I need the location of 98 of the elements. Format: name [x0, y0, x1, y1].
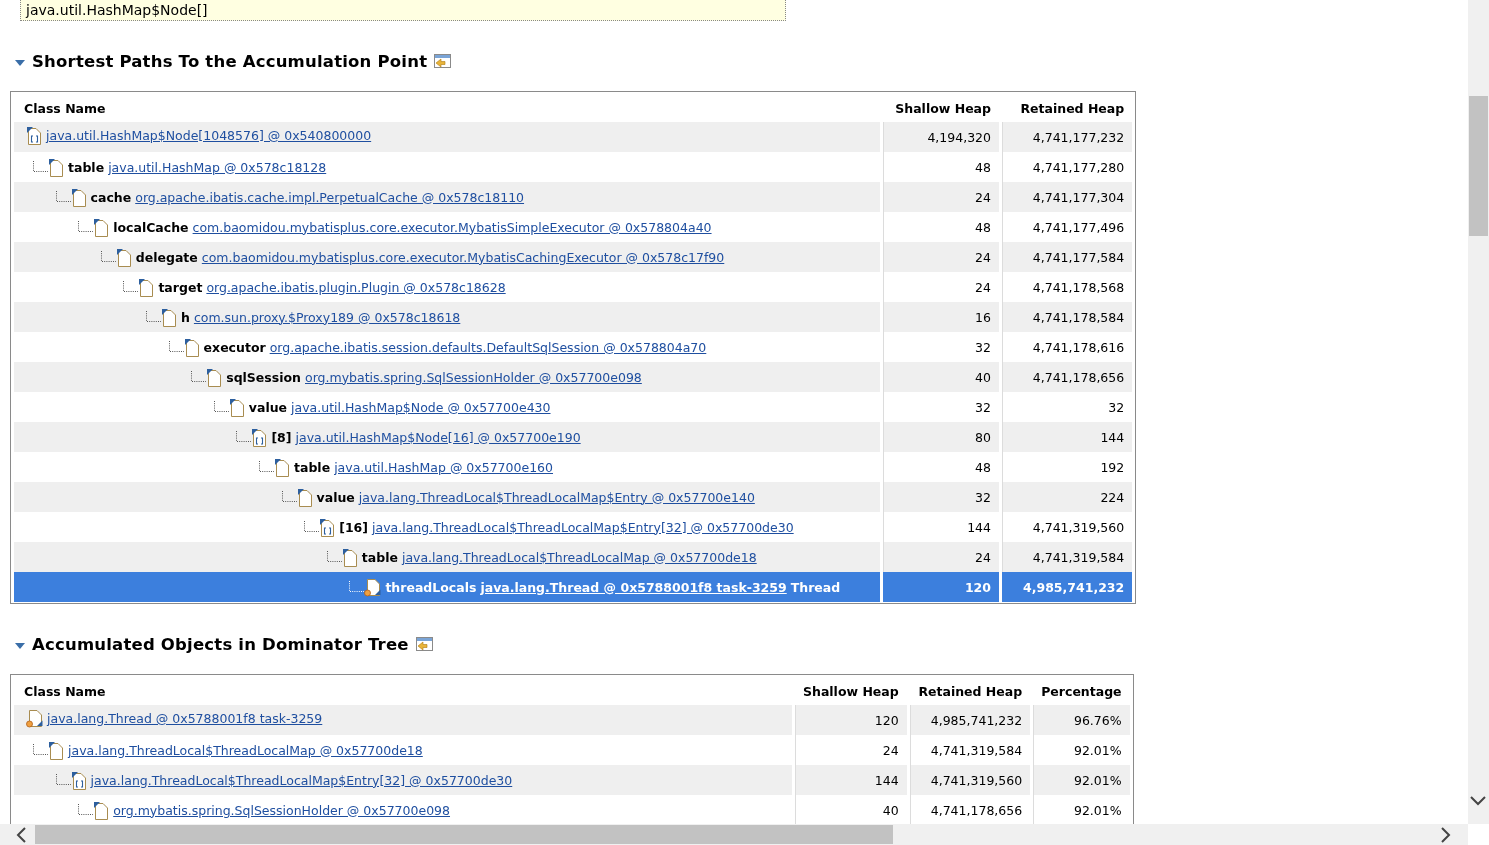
scroll-right-icon[interactable] — [1441, 827, 1451, 843]
table-cell: 24 — [883, 542, 999, 572]
table-cell: 4,741,319,560 — [909, 765, 1031, 795]
column-header[interactable]: Percentage — [1033, 675, 1130, 705]
tree-connector — [77, 804, 94, 816]
collapse-icon[interactable] — [14, 58, 26, 67]
table-cell: 4,741,178,584 — [1002, 302, 1133, 332]
table-cell: 144 — [1002, 422, 1133, 452]
open-in-window-icon[interactable] — [414, 636, 434, 652]
table-cell: 40 — [883, 362, 999, 392]
type-label: Thread — [790, 579, 841, 595]
column-header[interactable]: Shallow Heap — [795, 675, 907, 705]
tree-connector — [190, 371, 207, 383]
table-cell: 4,985,741,232 — [909, 705, 1031, 735]
table-cell: 4,741,178,656 — [1002, 362, 1133, 392]
table-cell: 32 — [883, 482, 999, 512]
horizontal-scrollbar[interactable] — [0, 824, 1468, 845]
field-name: target — [158, 279, 203, 295]
table-cell: 120 — [883, 572, 999, 602]
section-title: Accumulated Objects in Dominator Tree — [32, 634, 409, 654]
column-header[interactable]: Class Name — [14, 675, 792, 705]
object-link[interactable]: java.lang.ThreadLocal$ThreadLocalMap$Entry @ 0x57700e140 — [358, 489, 755, 505]
tree-connector — [32, 161, 48, 173]
tree-connector — [212, 401, 229, 413]
object-link[interactable]: com.sun.proxy.$Proxy189 @ 0x578c18618 — [193, 309, 461, 325]
open-in-window-icon[interactable] — [433, 53, 453, 69]
table-cell: 4,741,177,304 — [1002, 182, 1133, 212]
object-link[interactable]: com.baomidou.mybatisplus.core.executor.MybatisCachingExecutor @ 0x578c17f90 — [201, 249, 725, 265]
table-cell: 144 — [795, 765, 907, 795]
field-name: table — [68, 159, 105, 175]
table-cell: 4,985,741,232 — [1002, 572, 1133, 602]
field-name: [8] — [271, 429, 292, 445]
table-cell: 4,741,177,584 — [1002, 242, 1133, 272]
table-cell: 4,194,320 — [883, 122, 999, 152]
table-cell: 96.76% — [1033, 705, 1130, 735]
field-name: delegate — [135, 249, 198, 265]
table-cell: 4,741,319,584 — [1002, 542, 1133, 572]
object-link[interactable]: java.util.HashMap$Node[16] @ 0x57700e190 — [295, 429, 581, 445]
tree-connector — [325, 551, 342, 563]
field-name: table — [294, 459, 331, 475]
tree-connector — [348, 581, 365, 593]
field-name: value — [248, 399, 288, 415]
field-name: value — [316, 489, 355, 505]
field-name: table — [361, 549, 398, 565]
object-link[interactable]: java.lang.Thread @ 0x5788001f8 task-3259 — [47, 711, 323, 726]
tree-connector — [145, 311, 161, 323]
table-cell: 24 — [883, 242, 999, 272]
collapse-icon[interactable] — [14, 641, 26, 650]
tree-connector — [303, 521, 320, 533]
tree-connector — [54, 191, 71, 203]
tree-connector — [54, 774, 71, 786]
column-header[interactable]: Class Name — [14, 92, 880, 122]
table-cell: 120 — [795, 705, 907, 735]
field-name: executor — [203, 339, 266, 355]
column-header[interactable]: Retained Heap — [1002, 92, 1133, 122]
tree-connector — [167, 341, 184, 353]
object-link[interactable]: com.baomidou.mybatisplus.core.executor.MybatisSimpleExecutor @ 0x578804a40 — [192, 219, 712, 235]
section-title: Shortest Paths To the Accumulation Point — [32, 51, 428, 71]
object-link[interactable]: java.util.HashMap$Node[1048576] @ 0x540800000 — [46, 128, 372, 143]
object-link[interactable]: java.util.HashMap$Node @ 0x57700e430 — [291, 399, 551, 415]
tree-connector — [32, 744, 48, 756]
scrollbar-thumb[interactable] — [1469, 96, 1488, 236]
field-name: cache — [90, 189, 132, 205]
object-link[interactable]: org.apache.ibatis.plugin.Plugin @ 0x578c18628 — [206, 279, 506, 295]
object-link[interactable]: java.util.HashMap @ 0x578c18128 — [108, 159, 327, 175]
scrollbar-thumb[interactable] — [35, 825, 893, 844]
scroll-left-icon[interactable] — [16, 827, 26, 843]
field-name: localCache — [113, 219, 189, 235]
field-name: h — [181, 309, 190, 325]
object-link[interactable]: org.apache.ibatis.session.defaults.DefaultSqlSession @ 0x578804a70 — [269, 339, 707, 355]
table-cell: 24 — [883, 182, 999, 212]
object-link[interactable]: org.mybatis.spring.SqlSessionHolder @ 0x57700e098 — [305, 369, 642, 385]
tree-connector — [280, 491, 297, 503]
object-link[interactable]: java.util.HashMap @ 0x57700e160 — [334, 459, 553, 475]
column-header[interactable]: Shallow Heap — [883, 92, 999, 122]
column-header[interactable]: Retained Heap — [909, 675, 1031, 705]
info-text: java.util.HashMap$Node[] — [26, 2, 208, 19]
table-cell: 92.01% — [1033, 765, 1130, 795]
field-name: [16] — [339, 519, 368, 535]
table-cell: 224 — [1002, 482, 1133, 512]
scroll-down-icon[interactable] — [1470, 796, 1486, 806]
field-name: sqlSession — [226, 369, 301, 385]
object-link[interactable]: java.lang.ThreadLocal$ThreadLocalMap @ 0x57700de18 — [68, 742, 423, 758]
object-link[interactable]: org.mybatis.spring.SqlSessionHolder @ 0x57700e098 — [113, 802, 450, 818]
tree-connector — [258, 461, 274, 473]
vertical-scrollbar[interactable] — [1468, 0, 1489, 824]
object-link[interactable]: java.lang.ThreadLocal$ThreadLocalMap$Entry[32] @ 0x57700de30 — [372, 519, 794, 535]
table-cell: 80 — [883, 422, 999, 452]
object-link[interactable]: java.lang.Thread @ 0x5788001f8 task-3259 — [480, 579, 787, 595]
tree-connector — [122, 281, 139, 293]
object-link[interactable]: java.lang.ThreadLocal$ThreadLocalMap @ 0x57700de18 — [401, 549, 757, 565]
table-cell: 4,741,177,232 — [1002, 122, 1133, 152]
table-cell: 16 — [883, 302, 999, 332]
tree-connector — [77, 221, 94, 233]
object-link[interactable]: org.apache.ibatis.cache.impl.PerpetualCache @ 0x578c18110 — [135, 189, 525, 205]
tree-connector — [235, 431, 252, 443]
tree-connector — [99, 251, 116, 263]
field-name: threadLocals — [385, 579, 477, 595]
